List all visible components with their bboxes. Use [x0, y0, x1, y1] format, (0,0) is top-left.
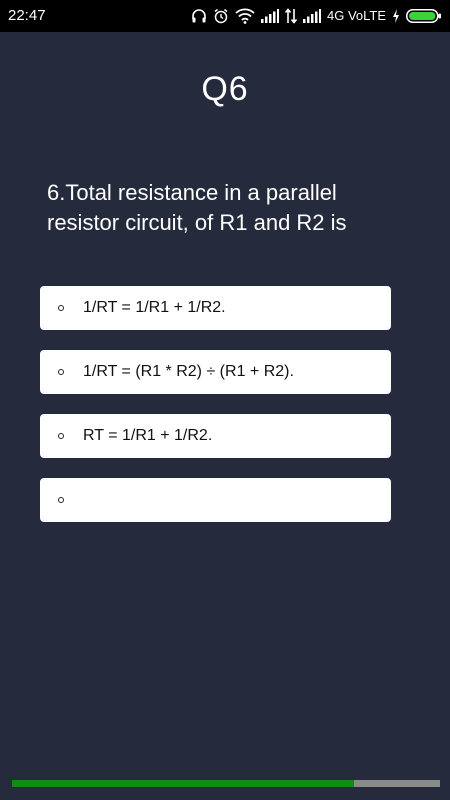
radio-bullet-icon	[58, 497, 64, 503]
answer-option-2[interactable]: 1/RT = (R1 * R2) ÷ (R1 + R2).	[40, 350, 391, 394]
quiz-screen: 22:47 4G VoLTE Q6 6.Total resistance in …	[0, 0, 450, 800]
network-label: 4G VoLTE	[326, 8, 386, 23]
answer-options: 1/RT = 1/R1 + 1/R2. 1/RT = (R1 * R2) ÷ (…	[40, 286, 391, 542]
headphones-icon	[191, 8, 207, 24]
answer-option-1[interactable]: 1/RT = 1/R1 + 1/R2.	[40, 286, 391, 330]
question-text: 6.Total resistance in a parallel resisto…	[47, 180, 347, 235]
quiz-progress-bar	[12, 780, 440, 787]
answer-option-3[interactable]: RT = 1/R1 + 1/R2.	[40, 414, 391, 458]
status-bar: 22:47 4G VoLTE	[0, 0, 450, 32]
signal-icon	[260, 9, 279, 23]
status-icons: 4G VoLTE	[191, 6, 442, 26]
answer-option-label: 1/RT = 1/R1 + 1/R2.	[83, 299, 226, 316]
status-time: 22:47	[8, 7, 46, 24]
question-number-title: Q6	[201, 70, 249, 108]
wifi-icon	[235, 8, 255, 24]
charging-icon	[392, 9, 400, 23]
radio-bullet-icon	[58, 433, 64, 439]
battery-icon	[406, 9, 442, 23]
quiz-progress-fill	[12, 780, 355, 787]
alarm-icon	[213, 8, 229, 24]
signal-icon	[302, 9, 321, 23]
answer-option-label: 1/RT = (R1 * R2) ÷ (R1 + R2).	[83, 363, 294, 380]
radio-bullet-icon	[58, 305, 64, 311]
answer-option-4[interactable]	[40, 478, 391, 522]
data-arrows-icon	[284, 8, 297, 24]
radio-bullet-icon	[58, 369, 64, 375]
answer-option-label: RT = 1/R1 + 1/R2.	[83, 427, 213, 444]
